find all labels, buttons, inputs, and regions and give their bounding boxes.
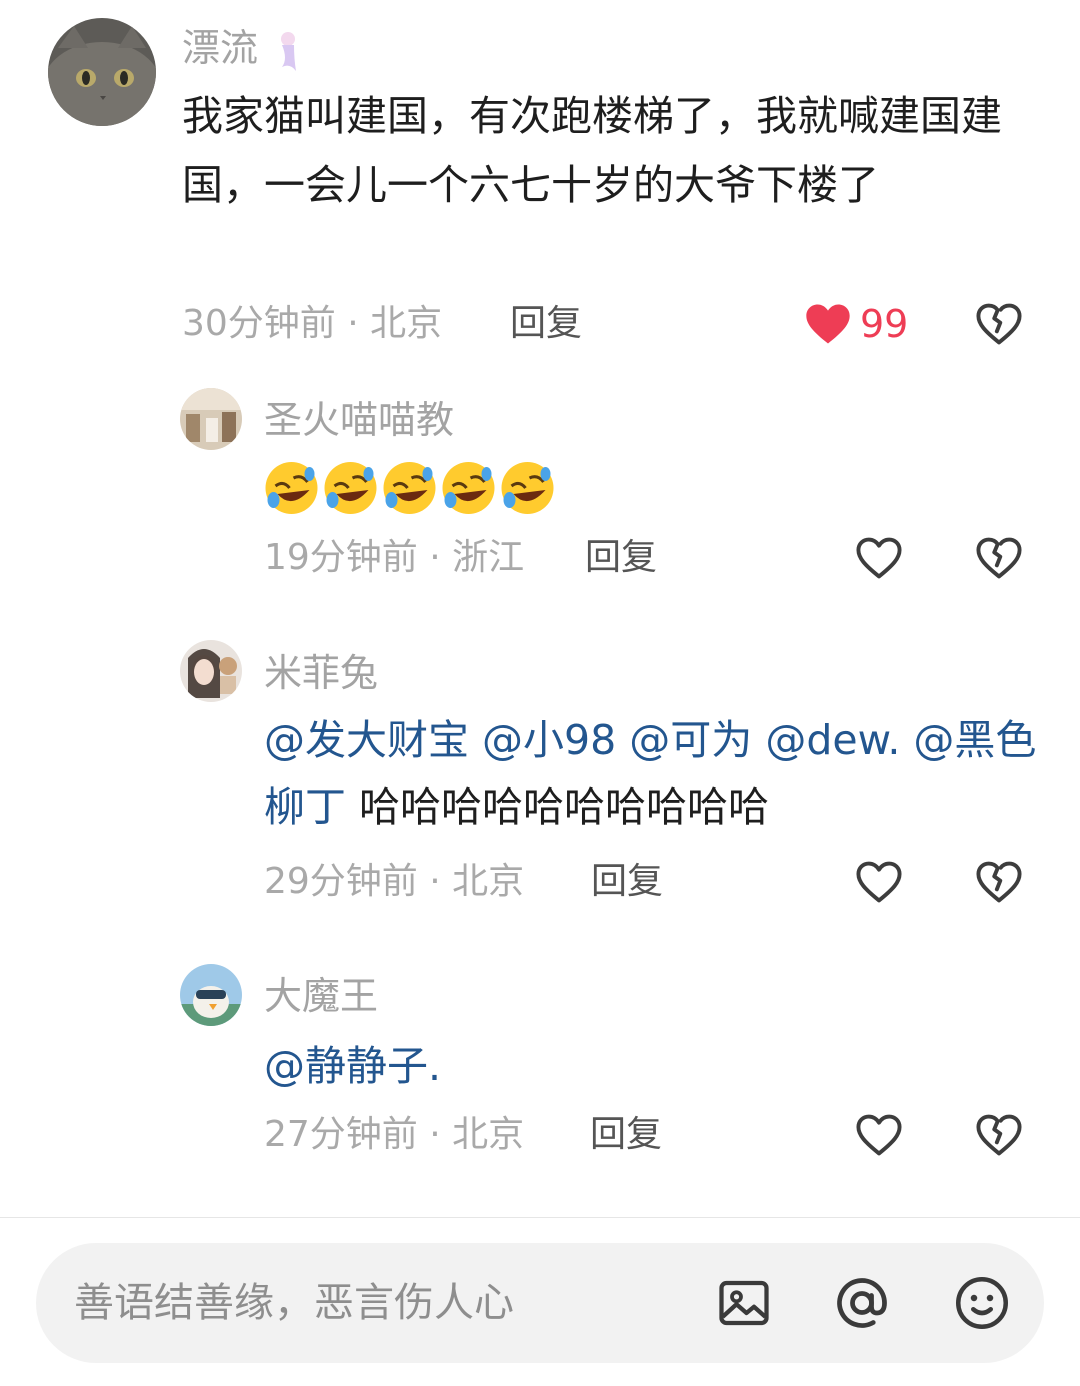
reply-button[interactable]: 回复 <box>591 860 663 904</box>
username[interactable]: 漂流 <box>182 26 306 73</box>
mention-link[interactable]: @可为 <box>629 716 752 764</box>
mention-link[interactable]: @小98 <box>482 716 616 764</box>
reply-button[interactable]: 回复 <box>590 1113 662 1157</box>
reply-content: @发大财宝 @小98 @可为 @dew. @黑色柳丁 哈哈哈哈哈哈哈哈哈哈 <box>264 707 1044 841</box>
mention-link[interactable]: @发大财宝 <box>264 716 469 764</box>
rolling-laughing-emoji-icon <box>442 462 495 514</box>
comment-meta: 30分钟前 · 北京 <box>182 303 443 344</box>
username[interactable]: 圣火喵喵教 <box>264 398 454 442</box>
rolling-laughing-emoji-icon <box>324 462 377 514</box>
reply-meta: 19分钟前 · 浙江 <box>264 537 525 578</box>
reply-content: @静静子. <box>264 1033 964 1100</box>
at-icon[interactable] <box>832 1273 892 1333</box>
heart-outline-icon[interactable] <box>853 1109 905 1161</box>
comment-text: 我家猫叫建国，有次跑楼梯了，我就喊建国建国，一会儿一个六七十岁的大爷下楼了 <box>182 92 1002 209</box>
reply-meta: 29分钟前 · 北京 <box>264 861 525 902</box>
reply-meta: 27分钟前 · 北京 <box>264 1114 525 1155</box>
comment-thread: 漂流 我家猫叫建国，有次跑楼梯了，我就喊建国建国，一会儿一个六七十岁的大爷下楼了… <box>0 0 1080 1386</box>
avatar[interactable] <box>180 388 242 450</box>
reply-button[interactable]: 回复 <box>585 536 657 580</box>
heart-outline-icon[interactable] <box>853 532 905 584</box>
rolling-laughing-emoji-icon <box>501 462 554 514</box>
mention-link[interactable]: @静静子. <box>264 1042 441 1090</box>
avatar[interactable] <box>180 640 242 702</box>
heart-filled-icon[interactable] <box>802 298 854 350</box>
reply-button[interactable]: 回复 <box>510 302 582 346</box>
comment-input-placeholder[interactable]: 善语结善缘，恶言伤人心 <box>74 1279 514 1327</box>
dislike-broken-heart-icon[interactable] <box>973 1109 1025 1161</box>
dislike-broken-heart-icon[interactable] <box>973 856 1025 908</box>
rolling-laughing-emoji-icon <box>383 462 436 514</box>
mention-link[interactable]: @dew. <box>765 716 900 764</box>
reply-text: 哈哈哈哈哈哈哈哈哈哈 <box>359 783 770 831</box>
divider <box>0 1217 1080 1218</box>
emoji-group <box>263 460 556 516</box>
comment-input[interactable]: 善语结善缘，恶言伤人心 <box>36 1243 1044 1363</box>
image-icon[interactable] <box>714 1273 774 1333</box>
username[interactable]: 大魔王 <box>264 974 378 1018</box>
avatar[interactable] <box>180 964 242 1026</box>
dislike-broken-heart-icon[interactable] <box>973 298 1025 350</box>
mermaid-badge-icon <box>281 31 297 71</box>
rolling-laughing-emoji-icon <box>265 462 318 514</box>
dislike-broken-heart-icon[interactable] <box>973 532 1025 584</box>
like-count: 99 <box>860 302 909 346</box>
heart-outline-icon[interactable] <box>853 856 905 908</box>
avatar[interactable] <box>48 18 156 126</box>
emoji-icon[interactable] <box>952 1273 1012 1333</box>
username[interactable]: 米菲兔 <box>264 651 378 695</box>
